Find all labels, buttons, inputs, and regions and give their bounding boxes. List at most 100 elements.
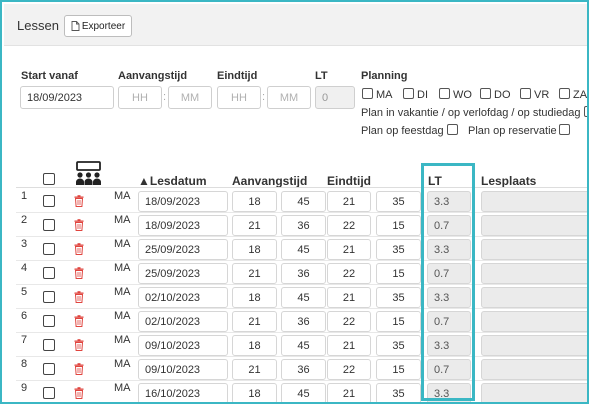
end-hour-cell[interactable]: 21 (327, 191, 371, 212)
end-hour-cell[interactable]: 21 (327, 335, 371, 356)
end-hour-cell[interactable]: 22 (327, 215, 371, 236)
select-all-checkbox[interactable] (43, 173, 55, 185)
row-weekday: MA (114, 382, 131, 394)
begin-minute-cell[interactable]: 45 (281, 335, 326, 356)
begin-hour-cell[interactable]: 21 (232, 311, 277, 332)
trash-icon[interactable] (74, 267, 84, 279)
end-hour-cell[interactable]: 21 (327, 239, 371, 260)
begin-hour-cell[interactable]: 18 (232, 191, 277, 212)
lesplaats-cell (481, 383, 587, 402)
end-minute-input[interactable]: MM (267, 86, 311, 109)
plan-reservation-checkbox[interactable] (559, 124, 570, 135)
lesson-date-input[interactable]: 02/10/2023 (138, 311, 228, 332)
day-checkbox-di[interactable] (403, 88, 414, 99)
header-lesdatum[interactable]: ▲Lesdatum (138, 174, 207, 188)
plan-holiday-label: Plan op feestdag (361, 125, 444, 137)
row-checkbox[interactable] (43, 339, 55, 351)
end-minute-cell[interactable]: 35 (376, 335, 421, 356)
lesplaats-cell (481, 287, 587, 308)
row-checkbox[interactable] (43, 195, 55, 207)
day-checkbox-wo[interactable] (439, 88, 450, 99)
lesplaats-cell (481, 191, 587, 212)
lesson-date-input[interactable]: 18/09/2023 (138, 191, 228, 212)
begin-hour-cell[interactable]: 21 (232, 359, 277, 380)
row-checkbox[interactable] (43, 243, 55, 255)
plan-vacation-checkbox[interactable] (584, 106, 587, 117)
begin-hour-cell[interactable]: 18 (232, 335, 277, 356)
begin-minute-cell[interactable]: 45 (281, 287, 326, 308)
trash-icon[interactable] (74, 363, 84, 375)
row-number: 7 (21, 334, 28, 346)
end-minute-cell[interactable]: 35 (376, 191, 421, 212)
trash-icon[interactable] (74, 219, 84, 231)
end-minute-cell[interactable]: 15 (376, 263, 421, 284)
end-minute-cell[interactable]: 15 (376, 215, 421, 236)
export-button[interactable]: Exporteer (64, 15, 132, 37)
header-lesplaats: Lesplaats (481, 174, 537, 188)
day-label-do: DO (494, 89, 511, 101)
day-checkbox-za[interactable] (559, 88, 570, 99)
end-hour-cell[interactable]: 21 (327, 383, 371, 402)
end-hour-cell[interactable]: 21 (327, 287, 371, 308)
trash-icon[interactable] (74, 387, 84, 399)
header-divider (16, 187, 587, 188)
row-weekday: MA (114, 358, 131, 370)
trash-icon[interactable] (74, 315, 84, 327)
end-hour-input[interactable]: HH (217, 86, 261, 109)
lesplaats-cell (481, 263, 587, 284)
end-minute-cell[interactable]: 35 (376, 287, 421, 308)
begin-hour-cell[interactable]: 21 (232, 263, 277, 284)
start-label: Start vanaf (21, 70, 78, 82)
lesson-date-input[interactable]: 16/10/2023 (138, 383, 228, 402)
day-label-ma: MA (376, 89, 393, 101)
begin-time-label: Aanvangstijd (118, 70, 188, 82)
begin-minute-cell[interactable]: 36 (281, 311, 326, 332)
begin-hour-cell[interactable]: 18 (232, 239, 277, 260)
day-checkbox-ma[interactable] (362, 88, 373, 99)
lesplaats-cell (481, 359, 587, 380)
row-weekday: MA (114, 310, 131, 322)
lesson-date-input[interactable]: 02/10/2023 (138, 287, 228, 308)
lesson-date-input[interactable]: 18/09/2023 (138, 215, 228, 236)
begin-hour-cell[interactable]: 18 (232, 287, 277, 308)
trash-icon[interactable] (74, 291, 84, 303)
begin-minute-cell[interactable]: 45 (281, 191, 326, 212)
row-weekday: MA (114, 238, 131, 250)
row-checkbox[interactable] (43, 219, 55, 231)
begin-hour-cell[interactable]: 18 (232, 383, 277, 402)
day-checkbox-vr[interactable] (520, 88, 531, 99)
end-minute-cell[interactable]: 35 (376, 239, 421, 260)
lesplaats-cell (481, 239, 587, 260)
lesson-date-input[interactable]: 25/09/2023 (138, 263, 228, 284)
row-checkbox[interactable] (43, 315, 55, 327)
plan-reservation-label: Plan op reservatie (468, 125, 557, 137)
begin-hour-cell[interactable]: 21 (232, 215, 277, 236)
day-checkbox-do[interactable] (480, 88, 491, 99)
end-hour-cell[interactable]: 22 (327, 359, 371, 380)
begin-hour-input[interactable]: HH (118, 86, 162, 109)
group-icon[interactable] (74, 161, 103, 186)
row-checkbox[interactable] (43, 267, 55, 279)
trash-icon[interactable] (74, 339, 84, 351)
begin-minute-cell[interactable]: 36 (281, 215, 326, 236)
lesson-date-input[interactable]: 09/10/2023 (138, 359, 228, 380)
lesson-date-input[interactable]: 09/10/2023 (138, 335, 228, 356)
row-checkbox[interactable] (43, 363, 55, 375)
row-checkbox[interactable] (43, 387, 55, 399)
row-checkbox[interactable] (43, 291, 55, 303)
end-hour-cell[interactable]: 22 (327, 311, 371, 332)
begin-minute-cell[interactable]: 45 (281, 239, 326, 260)
end-hour-cell[interactable]: 22 (327, 263, 371, 284)
trash-icon[interactable] (74, 195, 84, 207)
plan-holiday-checkbox[interactable] (447, 124, 458, 135)
start-date-input[interactable]: 18/09/2023 (20, 86, 114, 109)
begin-minute-cell[interactable]: 45 (281, 383, 326, 402)
end-minute-cell[interactable]: 15 (376, 311, 421, 332)
trash-icon[interactable] (74, 243, 84, 255)
lesson-date-input[interactable]: 25/09/2023 (138, 239, 228, 260)
begin-minute-input[interactable]: MM (168, 86, 212, 109)
begin-minute-cell[interactable]: 36 (281, 263, 326, 284)
end-minute-cell[interactable]: 35 (376, 383, 421, 402)
begin-minute-cell[interactable]: 36 (281, 359, 326, 380)
end-minute-cell[interactable]: 15 (376, 359, 421, 380)
